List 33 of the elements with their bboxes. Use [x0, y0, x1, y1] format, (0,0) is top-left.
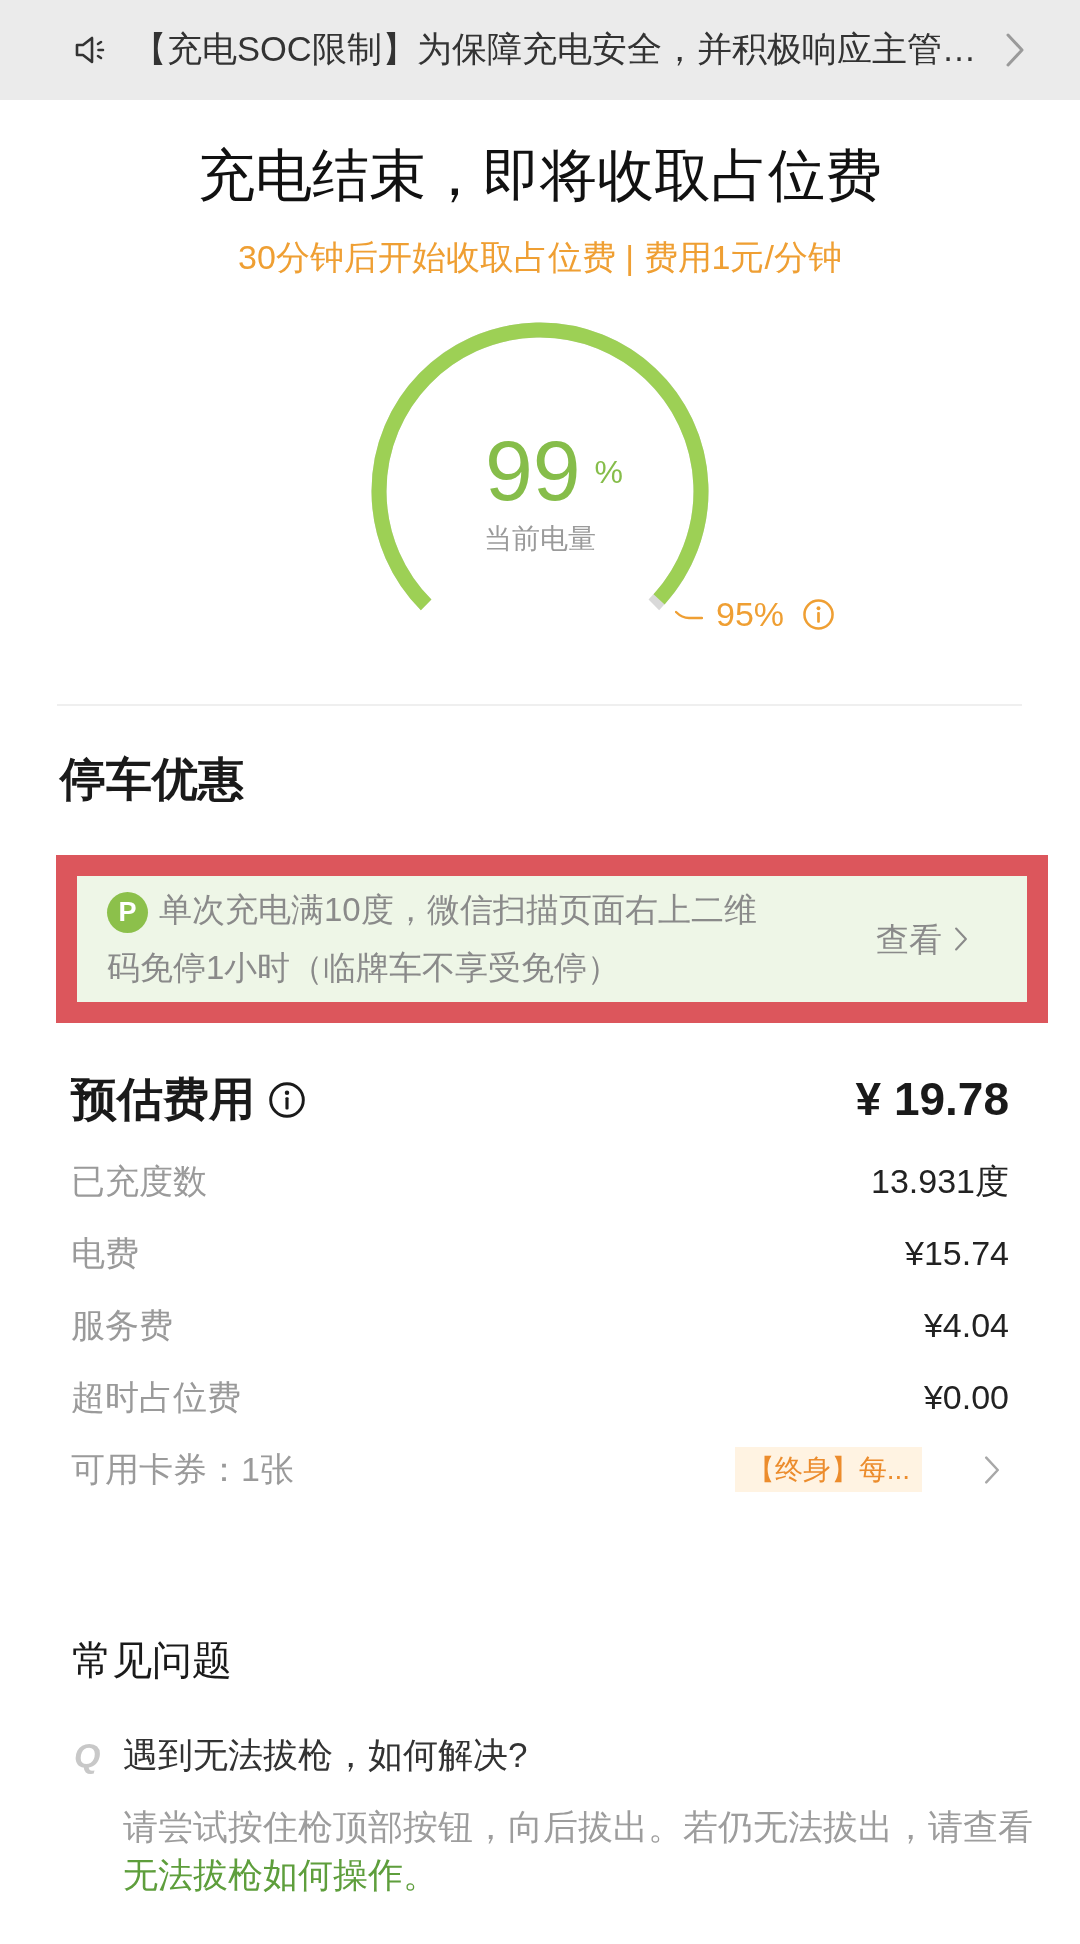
fee-label: 已充度数 [71, 1161, 207, 1202]
info-icon[interactable] [269, 1081, 305, 1118]
percent-unit: % [594, 456, 624, 489]
parking-offer-text: P 单次充电满10度，微信扫描页面右上二维码免停1小时（临牌车不享受免停） [107, 890, 758, 989]
limit-leader-line [675, 609, 703, 620]
section-heading: 预估费用 [71, 1072, 255, 1128]
fee-value: 13.931度 [871, 1161, 1009, 1202]
status-title: 充电结束，即将收取占位费 [198, 142, 882, 209]
section-heading: 常见问题 [72, 1636, 232, 1684]
fee-value: ¥4.04 [923, 1305, 1009, 1346]
view-button[interactable]: 查看 [876, 919, 968, 960]
status-subtitle: 30分钟后开始收取占位费 | 费用1元/分钟 [238, 237, 842, 279]
chevron-right-icon [1005, 33, 1025, 67]
charge-percentage: 99 [484, 427, 581, 514]
faq-question: 遇到无法拔枪，如何解决? [123, 1733, 528, 1776]
coupon-count-label: 可用卡券：1张 [71, 1449, 294, 1490]
gauge-label: 当前电量 [484, 522, 596, 556]
fee-value: ¥0.00 [923, 1377, 1009, 1418]
section-heading: 停车优惠 [60, 752, 244, 808]
help-link[interactable]: 无法拔枪如何操作。 [123, 1854, 438, 1894]
fee-label: 服务费 [71, 1305, 173, 1346]
charge-limit-label: 95% [716, 594, 785, 635]
fee-label: 电费 [71, 1233, 139, 1274]
chevron-right-icon [954, 927, 968, 952]
notice-text: 【充电SOC限制】为保障充电安全，并积极响应主管… [132, 29, 977, 71]
fee-value: ¥15.74 [905, 1233, 1009, 1274]
fee-label: 超时占位费 [71, 1377, 241, 1418]
chevron-right-icon [982, 1455, 1002, 1484]
parking-icon: P [107, 892, 148, 934]
faq-answer: 请尝试按住枪顶部按钮，向后拔出。若仍无法拔出，请查看 无法拔枪如何操作。 [123, 1805, 1034, 1896]
coupon-tag[interactable]: 【终身】每... [734, 1447, 922, 1493]
notice-bar[interactable]: 【充电SOC限制】为保障充电安全，并积极响应主管… [0, 0, 1080, 100]
total-fee: ¥ 19.78 [855, 1072, 1009, 1128]
